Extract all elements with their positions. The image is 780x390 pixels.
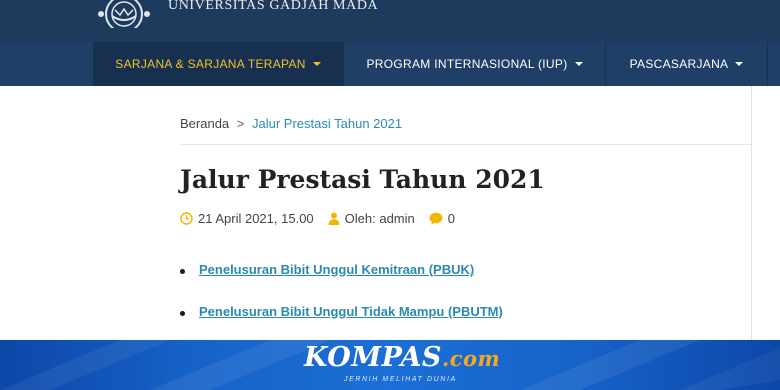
brand-text: KOMPAS [304, 342, 442, 373]
nav-item-label: SARJANA & SARJANA TERAPAN [115, 57, 306, 71]
comment-count: 0 [447, 211, 455, 226]
breadcrumb-home-link[interactable]: Beranda [180, 116, 229, 131]
nav-item-sarjana[interactable]: SARJANA & SARJANA TERAPAN [93, 42, 344, 86]
link-list: Penelusuran Bibit Unggul Kemitraan (PBUK… [180, 262, 503, 346]
page-title: Jalur Prestasi Tahun 2021 [180, 165, 545, 194]
nav-item-label: PROGRAM INTERNASIONAL (IUP) [366, 57, 568, 71]
post-date: 21 April 2021, 15.00 [180, 211, 314, 226]
sidebar-divider [751, 86, 752, 340]
nav-item-iup[interactable]: PROGRAM INTERNASIONAL (IUP) [344, 42, 606, 86]
caret-down-icon [312, 62, 321, 66]
user-icon [328, 212, 340, 225]
site-header: UNIVERSITAS GADJAH MADA [0, 0, 780, 42]
bullet-icon [180, 269, 185, 274]
brand-suffix: .com [441, 346, 501, 371]
post-date-text: 21 April 2021, 15.00 [198, 211, 314, 226]
main-nav: SARJANA & SARJANA TERAPAN PROGRAM INTERN… [0, 42, 780, 86]
post-comments[interactable]: 0 [429, 211, 455, 226]
breadcrumb-separator: > [236, 116, 245, 131]
ugm-logo[interactable] [93, 0, 155, 28]
bullet-icon [180, 311, 185, 316]
comment-icon [429, 212, 443, 225]
breadcrumb: Beranda > Jalur Prestasi Tahun 2021 [180, 116, 402, 131]
brand-tagline: JERNIH MELIHAT DUNIA [344, 376, 457, 383]
post-meta: 21 April 2021, 15.00 Oleh: admin 0 [180, 211, 469, 226]
post-author-text[interactable]: Oleh: admin [345, 211, 415, 226]
pbutm-link[interactable]: Penelusuran Bibit Unggul Tidak Mampu (PB… [199, 304, 503, 319]
pbuk-link[interactable]: Penelusuran Bibit Unggul Kemitraan (PBUK… [199, 262, 474, 277]
nav-item-pascasarjana[interactable]: PASCASARJANA [606, 42, 768, 86]
clock-icon [180, 212, 193, 225]
breadcrumb-divider [180, 144, 751, 145]
list-item: Penelusuran Bibit Unggul Kemitraan (PBUK… [180, 262, 503, 304]
university-name[interactable]: UNIVERSITAS GADJAH MADA [168, 0, 378, 14]
kompas-logo[interactable]: KOMPAS.com JERNIH MELIHAT DUNIA [304, 342, 500, 390]
brand-name: KOMPAS.com [304, 342, 500, 373]
nav-spacer [0, 42, 93, 86]
nav-item-label: PASCASARJANA [629, 57, 729, 71]
breadcrumb-current-link[interactable]: Jalur Prestasi Tahun 2021 [252, 116, 402, 131]
post-author: Oleh: admin [328, 211, 415, 226]
caret-down-icon [574, 62, 583, 66]
caret-down-icon [735, 62, 744, 66]
